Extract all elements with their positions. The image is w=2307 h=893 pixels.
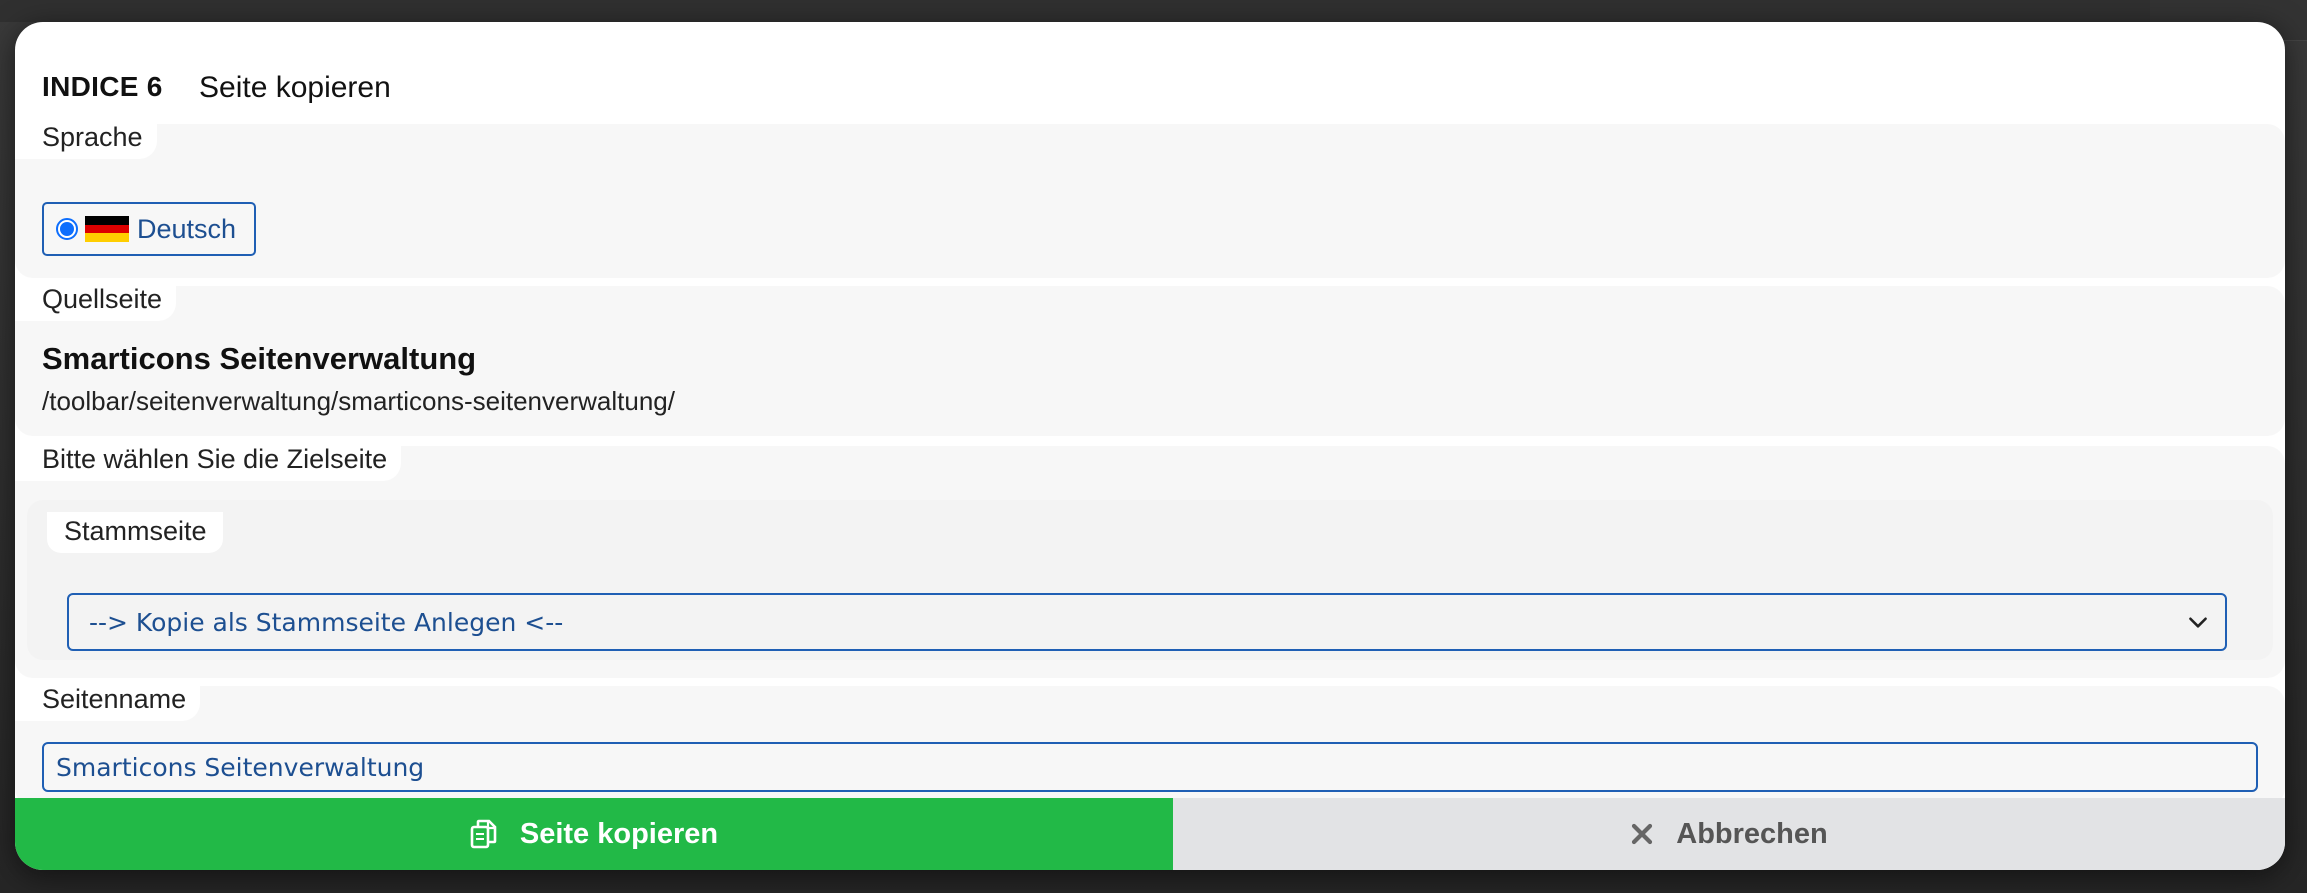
radio-selected-dot — [60, 222, 74, 236]
source-page-path: /toolbar/seitenverwaltung/smarticons-sei… — [42, 386, 675, 416]
parent-page-legend: Stammseite — [47, 512, 223, 553]
brand-logo-text: INDICE 6 — [42, 71, 163, 102]
flag-stripe-red — [85, 224, 129, 234]
language-section: Sprache Deutsch — [15, 118, 2285, 278]
copy-page-button-label: Seite kopieren — [519, 817, 719, 850]
page-name-section: Seitenname — [15, 680, 2285, 806]
parent-page-select[interactable]: --> Kopie als Stammseite Anlegen <-- — [67, 593, 2227, 651]
parent-page-selected-value: --> Kopie als Stammseite Anlegen <-- — [89, 607, 564, 637]
cancel-button[interactable]: Abbrechen — [1173, 798, 2285, 870]
source-page-section: Quellseite Smarticons Seitenverwaltung /… — [15, 280, 2285, 436]
page-name-legend: Seitenname — [15, 680, 201, 721]
language-option-deutsch[interactable]: Deutsch — [42, 202, 256, 256]
copy-page-dialog: INDICE 6 Seite kopieren Sprache Deutsch … — [15, 22, 2285, 870]
dialog-title: Seite kopieren — [199, 71, 391, 104]
parent-page-subsection: Stammseite --> Kopie als Stammseite Anle… — [27, 500, 2273, 660]
flag-stripe-gold — [85, 233, 129, 243]
cancel-button-label: Abbrechen — [1676, 817, 1828, 850]
copy-page-button[interactable]: Seite kopieren — [15, 798, 1173, 870]
source-page-title: Smarticons Seitenverwaltung — [42, 341, 477, 376]
backdrop-bar — [0, 0, 2307, 22]
language-radio[interactable] — [56, 218, 78, 240]
target-page-section: Bitte wählen Sie die Zielseite Stammseit… — [15, 440, 2285, 678]
german-flag-icon — [85, 216, 129, 243]
language-legend: Sprache — [15, 118, 157, 159]
target-page-legend: Bitte wählen Sie die Zielseite — [15, 440, 402, 481]
page-name-input[interactable] — [42, 742, 2258, 792]
close-icon — [1630, 822, 1654, 846]
dialog-header: INDICE 6 Seite kopieren — [15, 22, 2285, 122]
chevron-down-icon — [2189, 617, 2207, 628]
language-option-label: Deutsch — [137, 213, 237, 244]
copy-icon — [470, 819, 498, 849]
source-page-legend: Quellseite — [15, 280, 177, 321]
flag-stripe-black — [85, 216, 129, 225]
